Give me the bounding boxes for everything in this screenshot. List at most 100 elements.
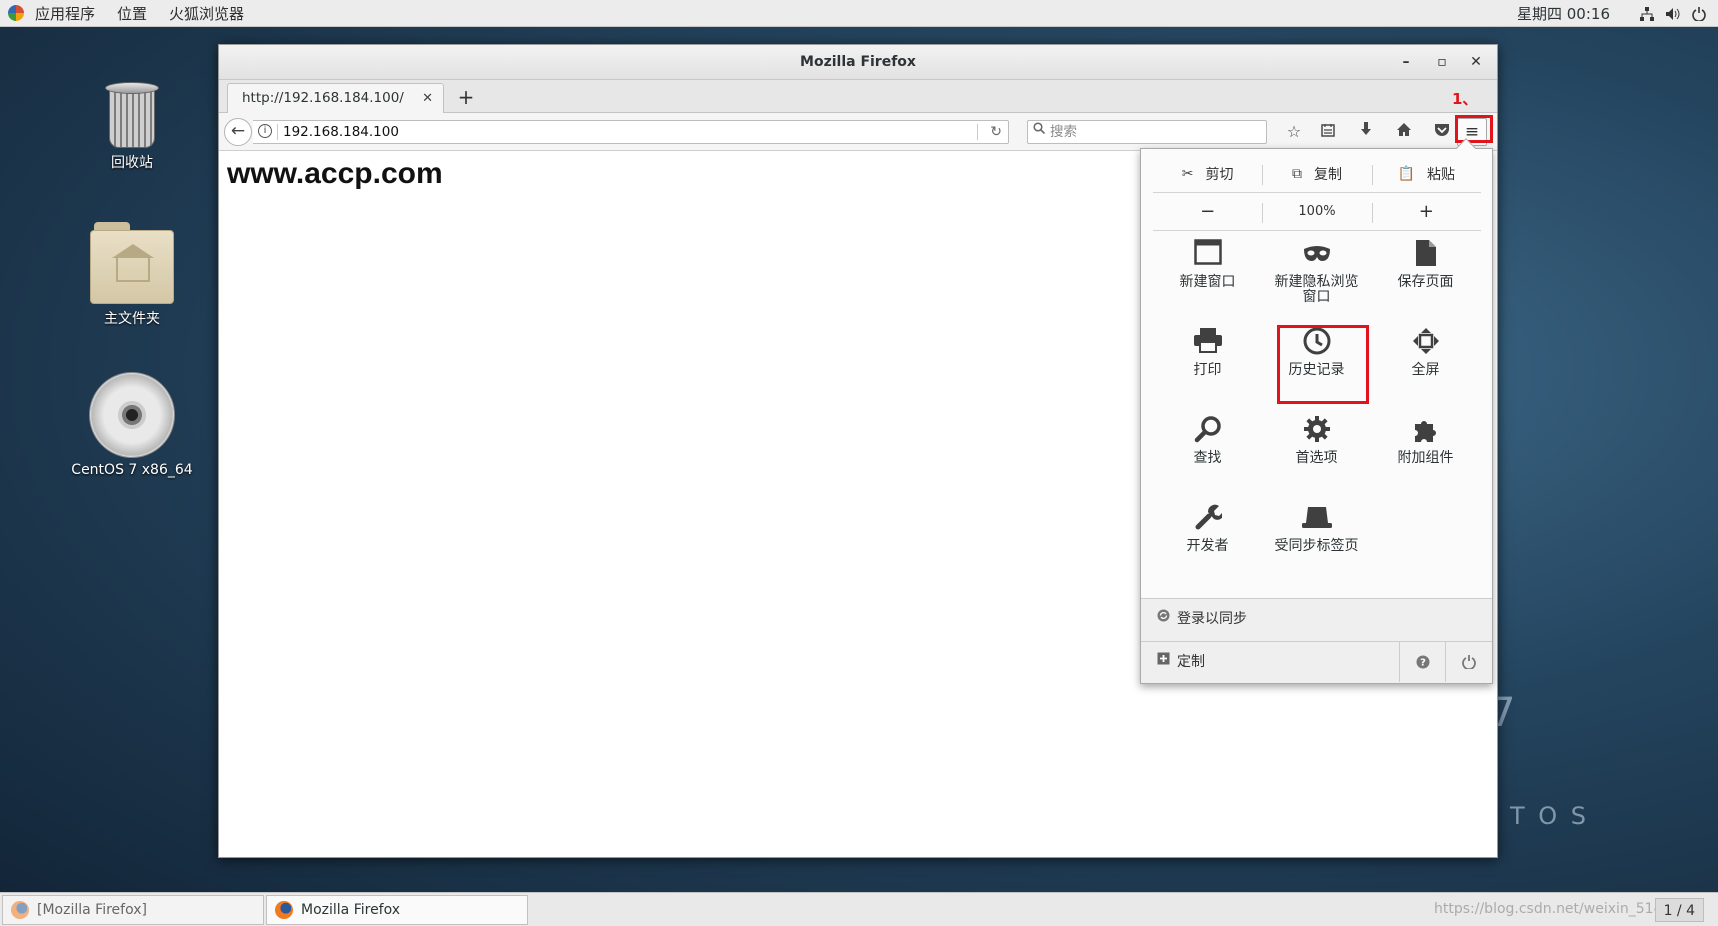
search-input[interactable]: 搜索 xyxy=(1027,120,1267,144)
sync-row[interactable]: 登录以同步 xyxy=(1141,598,1492,641)
bookmarks-library-icon[interactable] xyxy=(1315,120,1341,144)
search-placeholder: 搜索 xyxy=(1050,124,1077,140)
edit-controls: ✂ 剪切 ⧉ 复制 📋 粘贴 xyxy=(1153,155,1481,193)
window-titlebar[interactable]: Mozilla Firefox – ▫ ✕ xyxy=(219,45,1497,80)
back-button[interactable]: ← xyxy=(224,118,252,146)
menu-item-print[interactable]: 打印 xyxy=(1153,327,1262,409)
disc-icon xyxy=(89,372,175,458)
paste-button[interactable]: 📋 粘贴 xyxy=(1371,155,1481,192)
zoom-reset-button[interactable]: 100% xyxy=(1262,193,1371,230)
volume-icon[interactable] xyxy=(1660,7,1686,21)
url-text[interactable]: 192.168.184.100 xyxy=(283,121,399,143)
desktop-home-folder[interactable]: 主文件夹 xyxy=(57,222,207,328)
downloads-icon[interactable] xyxy=(1353,120,1379,144)
bottom-taskbar: [Mozilla Firefox] Mozilla Firefox https:… xyxy=(0,892,1718,926)
url-separator xyxy=(277,124,278,140)
annotation-box-step2 xyxy=(1277,325,1369,404)
desktop-trash[interactable]: 回收站 xyxy=(57,82,207,172)
close-tab-icon[interactable]: ✕ xyxy=(422,84,433,113)
menu-item-fullscreen[interactable]: 全屏 xyxy=(1371,327,1480,409)
firefox-menu-panel: ✂ 剪切 ⧉ 复制 📋 粘贴 − 100% + 新建窗口 新建隐私浏览窗口 保存页面 xyxy=(1140,138,1493,684)
home-folder-icon xyxy=(90,222,174,304)
fullscreen-icon xyxy=(1371,327,1480,363)
menu-item-label: 受同步标签页 xyxy=(1274,538,1359,554)
preferences-gear-icon xyxy=(1262,415,1371,451)
paste-label: 粘贴 xyxy=(1427,166,1456,183)
applications-menu[interactable]: 应用程序 xyxy=(24,3,106,24)
tab-current[interactable]: http://192.168.184.100/ ✕ xyxy=(227,83,444,114)
zoom-in-button[interactable]: + xyxy=(1371,193,1481,230)
developer-wrench-icon xyxy=(1153,503,1262,539)
taskbar-item-label: [Mozilla Firefox] xyxy=(37,902,147,918)
applications-logo-icon xyxy=(8,5,24,21)
menu-item-private-window[interactable]: 新建隐私浏览窗口 xyxy=(1262,239,1371,321)
scissors-icon: ✂ xyxy=(1181,165,1194,182)
places-menu[interactable]: 位置 xyxy=(106,3,158,24)
menu-item-synced-tabs[interactable]: 受同步标签页 xyxy=(1262,503,1371,585)
menu-item-label: 全屏 xyxy=(1411,362,1440,378)
taskbar-item-firefox[interactable]: Mozilla Firefox xyxy=(266,895,528,925)
desktop-watermark-tos: T O S xyxy=(1510,802,1590,830)
active-app-menu[interactable]: 火狐浏览器 xyxy=(158,3,255,24)
search-icon xyxy=(1033,122,1046,138)
csdn-watermark: https://blog.csdn.net/weixin_514 xyxy=(1434,901,1663,917)
customize-row: 定制 ? xyxy=(1141,641,1492,683)
find-magnifier-icon xyxy=(1153,415,1262,451)
menu-item-label: 首选项 xyxy=(1295,450,1338,466)
private-mask-icon xyxy=(1262,239,1371,275)
tab-title: http://192.168.184.100/ xyxy=(242,90,404,106)
sync-label: 登录以同步 xyxy=(1177,611,1247,627)
firefox-icon xyxy=(275,901,293,919)
taskbar-item-firefox-minimized[interactable]: [Mozilla Firefox] xyxy=(2,895,264,925)
menu-item-label: 开发者 xyxy=(1186,538,1229,554)
home-icon[interactable] xyxy=(1391,120,1417,144)
help-icon[interactable]: ? xyxy=(1399,642,1445,682)
reload-icon[interactable]: ↻ xyxy=(990,121,1002,143)
minimize-button[interactable]: – xyxy=(1391,45,1421,80)
taskbar-item-label: Mozilla Firefox xyxy=(301,902,401,918)
menu-item-label: 保存页面 xyxy=(1397,274,1454,290)
back-arrow-icon: ← xyxy=(230,121,246,141)
network-icon[interactable] xyxy=(1634,6,1660,21)
tab-strip: http://192.168.184.100/ ✕ + xyxy=(219,80,1497,114)
desktop-centos-disc-label: CentOS 7 x86_64 xyxy=(71,462,193,478)
maximize-button[interactable]: ▫ xyxy=(1427,45,1457,80)
svg-text:?: ? xyxy=(1420,658,1426,669)
new-window-icon xyxy=(1153,239,1262,275)
customize-button[interactable]: 定制 xyxy=(1177,642,1205,682)
copy-button[interactable]: ⧉ 复制 xyxy=(1262,155,1371,192)
save-page-icon xyxy=(1371,239,1480,275)
menu-item-new-window[interactable]: 新建窗口 xyxy=(1153,239,1262,321)
sync-icon xyxy=(1157,599,1170,639)
pocket-icon[interactable] xyxy=(1429,120,1455,144)
copy-label: 复制 xyxy=(1313,166,1342,183)
menu-item-label: 打印 xyxy=(1193,362,1222,378)
power-icon[interactable] xyxy=(1686,6,1712,21)
addons-puzzle-icon xyxy=(1371,415,1480,451)
annotation-box-step1 xyxy=(1455,115,1493,143)
site-info-icon[interactable]: i xyxy=(258,124,272,138)
menu-item-developer[interactable]: 开发者 xyxy=(1153,503,1262,585)
menu-item-addons[interactable]: 附加组件 xyxy=(1371,415,1480,497)
menu-item-label: 新建隐私浏览窗口 xyxy=(1274,274,1359,305)
menu-item-find[interactable]: 查找 xyxy=(1153,415,1262,497)
cut-label: 剪切 xyxy=(1205,166,1234,183)
quit-power-icon[interactable] xyxy=(1445,642,1491,682)
menu-item-save-page[interactable]: 保存页面 xyxy=(1371,239,1480,321)
desktop-centos-disc[interactable]: CentOS 7 x86_64 xyxy=(57,372,207,478)
close-window-button[interactable]: ✕ xyxy=(1461,45,1491,80)
url-bar[interactable]: i 192.168.184.100 ↻ xyxy=(253,120,1009,144)
window-title: Mozilla Firefox xyxy=(800,54,916,70)
bookmark-star-icon[interactable]: ☆ xyxy=(1281,120,1307,144)
print-icon xyxy=(1153,327,1262,363)
cut-button[interactable]: ✂ 剪切 xyxy=(1153,155,1262,192)
zoom-out-button[interactable]: − xyxy=(1153,193,1262,230)
firefox-icon xyxy=(11,901,29,919)
desktop-home-folder-label: 主文件夹 xyxy=(104,311,160,327)
clock[interactable]: 星期四 00:16 xyxy=(1517,3,1610,24)
menu-item-preferences[interactable]: 首选项 xyxy=(1262,415,1371,497)
annotation-step1-label: 1、 xyxy=(1452,90,1478,108)
workspace-indicator[interactable]: 1 / 4 xyxy=(1654,898,1704,922)
new-tab-button[interactable]: + xyxy=(453,83,479,111)
desktop-trash-label: 回收站 xyxy=(111,155,153,171)
